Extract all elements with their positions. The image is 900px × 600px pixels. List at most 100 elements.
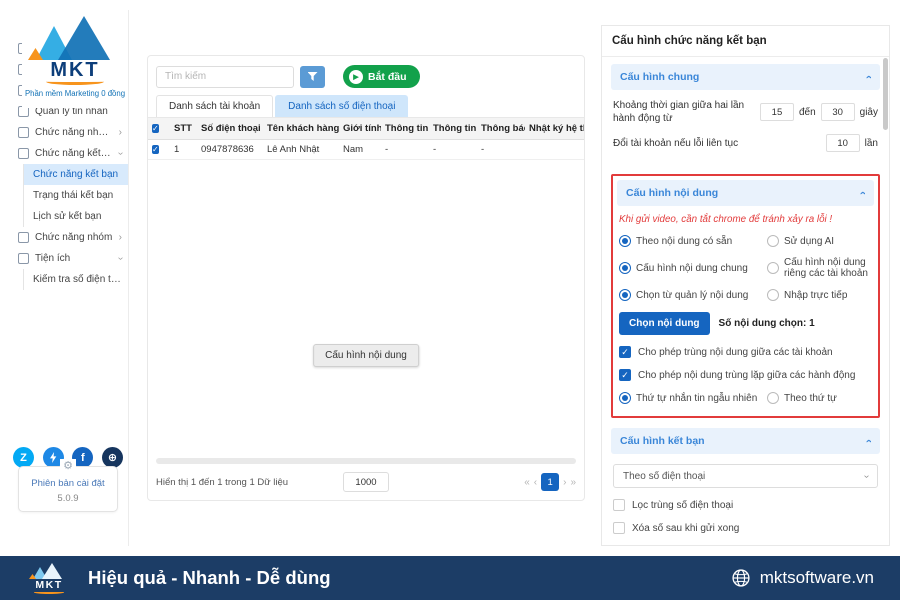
phone-table: ✓ STT Số điện thoại Tên khách hàng Giới … <box>148 117 584 160</box>
website-icon[interactable]: ⊕ <box>102 447 123 468</box>
chosen-count-label: Số nội dung chọn: 1 <box>719 318 815 329</box>
sidebar-item-lich-su-ket-ban[interactable]: Lịch sử kết bạn <box>24 206 128 227</box>
globe-icon <box>731 568 751 588</box>
radio-selected-icon <box>619 262 631 274</box>
checkbox-checked-icon: ✓ <box>619 346 631 358</box>
radio-theo-thu-tu[interactable]: Theo thứ tự <box>767 392 837 404</box>
select-all-checkbox[interactable]: ✓ <box>152 124 159 133</box>
cell-gender: Nam <box>339 140 381 160</box>
checkbox-trung-lap-hanh-dong[interactable]: ✓ Cho phép nội dung trùng lặp giữa các h… <box>619 369 872 381</box>
order-options: Thứ tự nhắn tin ngẫu nhiên Theo thứ tự <box>619 392 872 404</box>
play-icon: ▶ <box>349 70 363 84</box>
sidebar-item-trang-thai-ket-ban[interactable]: Trạng thái kết bạn <box>24 185 128 206</box>
retry-row: Đổi tài khoản nếu lỗi liên tục lần <box>613 134 878 152</box>
radio-cau-hinh-noi-dung-chung[interactable]: Cấu hình nội dung chung <box>619 262 767 274</box>
chevron-down-icon: › <box>115 152 126 155</box>
sidebar-subgroup: Chức năng kết bạn Trạng thái kết bạn Lịc… <box>23 164 128 227</box>
friend-method-select[interactable]: Theo số điện thoại › <box>613 464 878 488</box>
search-input[interactable] <box>156 66 294 88</box>
sidebar-item-tien-ich[interactable]: Tiện ích › <box>8 248 128 269</box>
logo-swoosh <box>46 81 104 85</box>
content-scope-options: Cấu hình nội dung chung Cấu hình nội dun… <box>619 257 872 279</box>
vertical-scrollbar[interactable] <box>883 58 888 130</box>
chevron-down-icon: › <box>115 257 126 260</box>
section-header-cau-hinh-noi-dung[interactable]: Cấu hình nội dung › <box>617 180 874 206</box>
table-header-row: ✓ STT Số điện thoại Tên khách hàng Giới … <box>148 118 584 140</box>
interval-to-label: đến <box>799 107 816 118</box>
checkbox-loc-trung-so[interactable]: Lọc trùng số điện thoại <box>613 499 878 511</box>
cell-phone: 0947878636 <box>197 140 263 160</box>
sidebar-item-chuc-nang-nhom[interactable]: Chức năng nhóm › <box>8 227 128 248</box>
sidebar-item-label: Chức năng nhắn tin <box>35 127 113 138</box>
radio-cau-hinh-noi-dung-rieng[interactable]: Cấu hình nội dung riêng các tài khoản <box>767 257 872 279</box>
content-source-options: Theo nội dung có sẵn Sử dụng AI <box>619 235 872 247</box>
slogan-text: Hiệu quả - Nhanh - Dễ dùng <box>88 567 331 589</box>
section-header-cau-hinh-chung[interactable]: Cấu hình chung › <box>611 64 880 90</box>
tab-danh-sach-tai-khoan[interactable]: Danh sách tài khoản <box>156 95 273 117</box>
prev-page-icon[interactable]: ‹ <box>534 477 537 488</box>
content-config-button[interactable]: Cấu hình nội dung <box>313 344 419 367</box>
radio-theo-noi-dung-co-san[interactable]: Theo nội dung có sẵn <box>619 235 767 247</box>
toolbar: ▶ Bắt đầu <box>148 56 584 95</box>
first-page-icon[interactable]: « <box>524 477 530 488</box>
radio-nhap-truc-tiep[interactable]: Nhập trực tiếp <box>767 289 847 301</box>
col-thong-tin-2: Thông tin 2 <box>429 118 477 140</box>
next-page-icon[interactable]: › <box>563 477 566 488</box>
tab-danh-sach-so-dien-thoai[interactable]: Danh sách số điện thoại <box>275 95 408 117</box>
chevron-right-icon: › <box>119 232 122 243</box>
group-icon <box>18 232 29 243</box>
sidebar-item-label: Tiện ích <box>35 253 70 264</box>
sidebar-item-label: Chức năng kết bạn <box>35 148 113 159</box>
tools-icon <box>18 253 29 264</box>
version-label: Phiên bản cài đặt <box>22 478 114 489</box>
row-checkbox[interactable]: ✓ <box>152 145 159 154</box>
horizontal-scrollbar[interactable] <box>156 458 576 464</box>
config-panel-title: Cấu hình chức năng kết bạn <box>602 26 889 57</box>
interval-unit: giây <box>860 107 878 118</box>
gear-icon: ⚙ <box>60 459 76 475</box>
col-ten-khach-hang: Tên khách hàng <box>263 118 339 140</box>
radio-thu-tu-ngau-nhien[interactable]: Thứ tự nhắn tin ngẫu nhiên <box>619 392 767 404</box>
chevron-up-icon: › <box>863 75 875 79</box>
checkbox-xoa-so-sau-gui[interactable]: Xóa số sau khi gửi xong <box>613 522 878 534</box>
sidebar-item-chuc-nang-nhan-tin[interactable]: Chức năng nhắn tin › <box>8 122 128 143</box>
radio-chon-tu-quan-ly-noi-dung[interactable]: Chọn từ quản lý nội dung <box>619 289 767 301</box>
start-button[interactable]: ▶ Bắt đầu <box>343 65 420 88</box>
radio-icon <box>767 289 779 301</box>
col-thong-tin-1: Thông tin 1 <box>381 118 429 140</box>
col-nhat-ky: Nhật ký hệ thố <box>525 118 584 140</box>
sidebar-item-chuc-nang-ket-ban[interactable]: Chức năng kết bạn <box>24 164 128 185</box>
radio-icon <box>767 262 779 274</box>
current-page-button[interactable]: 1 <box>541 473 559 491</box>
sidebar-item-label: Kiểm tra số điện thoại <box>33 274 122 285</box>
table-row[interactable]: ✓ 1 0947878636 Lê Anh Nhật Nam - - - <box>148 140 584 160</box>
logo-mountains-icon <box>22 14 128 60</box>
table-footer: Hiển thị 1 đến 1 trong 1 Dữ liệu « ‹ 1 ›… <box>156 472 576 492</box>
zalo-icon[interactable]: Z <box>13 447 34 468</box>
chevron-down-icon: › <box>861 474 872 477</box>
sidebar-item-kiem-tra-so-dien-thoai[interactable]: Kiểm tra số điện thoại <box>24 269 128 290</box>
last-page-icon[interactable]: » <box>570 477 576 488</box>
logo-subtitle: Phần mềm Marketing 0 đồng <box>22 89 128 98</box>
page-size-input[interactable] <box>343 472 389 492</box>
radio-su-dung-ai[interactable]: Sử dụng AI <box>767 235 834 247</box>
checkbox-unchecked-icon <box>613 522 625 534</box>
sidebar-item-chuc-nang-ket-ban-group[interactable]: Chức năng kết bạn › <box>8 143 128 164</box>
content-input-options: Chọn từ quản lý nội dung Nhập trực tiếp <box>619 289 872 301</box>
interval-from-input[interactable] <box>760 103 794 121</box>
retry-input[interactable] <box>826 134 860 152</box>
filter-button[interactable] <box>300 66 325 88</box>
cell-log <box>525 140 584 160</box>
checkbox-trung-noi-dung-tai-khoan[interactable]: ✓ Cho phép trùng nội dung giữa các tài k… <box>619 346 872 358</box>
chevron-right-icon: › <box>119 127 122 138</box>
radio-selected-icon <box>619 392 631 404</box>
logo-text: MKT <box>22 60 128 81</box>
logo-mountains-icon <box>26 562 72 579</box>
pause-input[interactable] <box>724 545 758 546</box>
section-header-cau-hinh-ket-ban[interactable]: Cấu hình kết bạn › <box>611 428 880 454</box>
interval-to-input[interactable] <box>821 103 855 121</box>
cell-stt: 1 <box>170 140 197 160</box>
version-box: ⚙ Phiên bản cài đặt 5.0.9 <box>18 466 118 512</box>
col-so-dien-thoai: Số điện thoại <box>197 118 263 140</box>
choose-content-button[interactable]: Chọn nội dung <box>619 312 710 335</box>
